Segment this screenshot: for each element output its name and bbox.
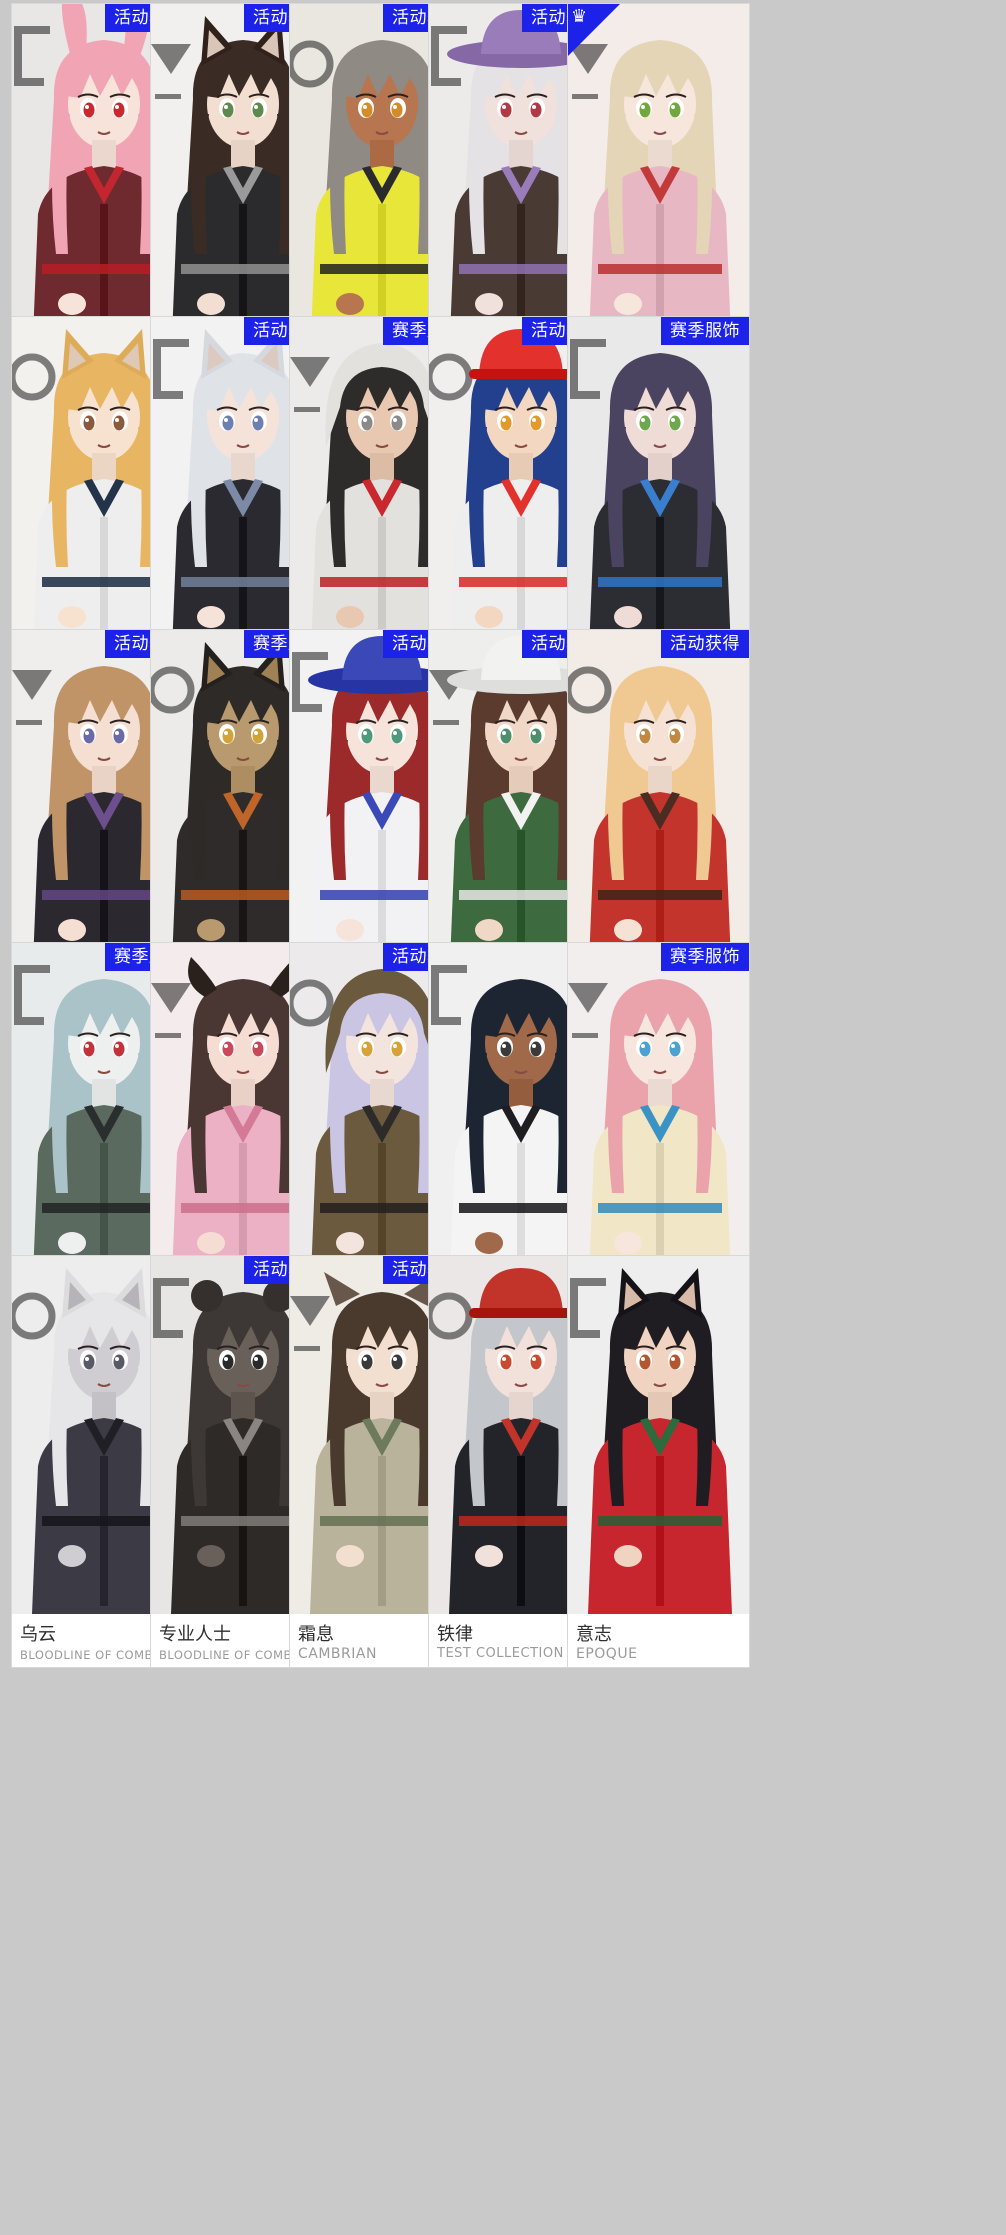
skin-card-grid: 活动获得晚间咖啡店EPOQUE活动获得星橼林EPOQUE活动获得悠然假日 HDm…	[0, 0, 1006, 2235]
skin-card[interactable]: 意志 EPOQUE	[567, 1255, 750, 1668]
source-badge: 活动获得	[661, 630, 749, 658]
skin-name: 霜息	[298, 1624, 334, 1645]
character-portrait	[568, 1256, 749, 1614]
character-portrait	[568, 317, 749, 675]
skin-name: 铁律	[437, 1624, 473, 1645]
skin-brand: BLOODLINE OF COMBAT	[20, 1648, 168, 1662]
skin-artwork	[568, 1256, 749, 1614]
source-badge: 赛季服饰	[661, 317, 749, 345]
skin-name: 专业人士	[159, 1624, 231, 1645]
skin-brand: EPOQUE	[576, 1646, 638, 1662]
skin-artwork	[568, 4, 749, 362]
skin-name: 意志	[576, 1624, 612, 1645]
source-badge: 赛季服饰	[661, 943, 749, 971]
character-portrait	[568, 4, 749, 362]
character-portrait	[568, 630, 749, 988]
skin-brand: CAMBRIAN	[298, 1646, 377, 1662]
skin-artwork	[568, 630, 749, 988]
crown-icon: ♛	[571, 6, 588, 26]
character-portrait	[568, 943, 749, 1301]
skin-brand: TEST COLLECTION	[437, 1646, 564, 1661]
skin-name: 乌云	[20, 1624, 56, 1645]
skin-artwork	[568, 943, 749, 1301]
skin-artwork	[568, 317, 749, 675]
skin-brand: BLOODLINE OF COMBAT	[159, 1648, 307, 1662]
